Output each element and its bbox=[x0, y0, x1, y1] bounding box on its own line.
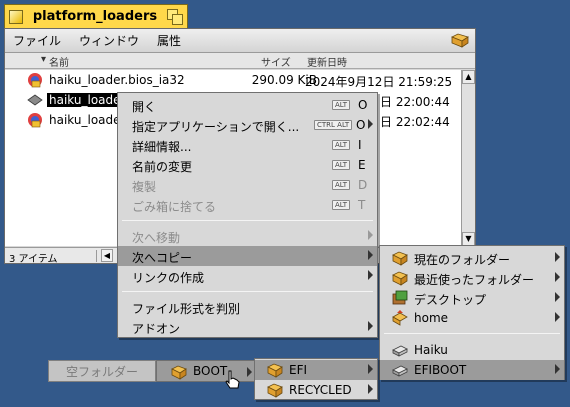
submenu-arrow-icon bbox=[368, 364, 373, 374]
window-title: platform_loaders bbox=[32, 9, 158, 24]
menu-file[interactable]: ファイル bbox=[13, 32, 61, 49]
submenu-arrow-icon bbox=[555, 272, 560, 282]
submenu-arrow-icon bbox=[555, 312, 560, 322]
submenu-arrow-icon bbox=[555, 292, 560, 302]
alt-key-icon: ALT bbox=[332, 160, 351, 170]
zoom-box[interactable] bbox=[167, 8, 183, 25]
file-name: haiku_loader.bios_ia32 bbox=[49, 73, 185, 87]
alt-key-icon: ALT bbox=[332, 140, 351, 150]
menu-item-duplicate[interactable]: 複製 ALT D bbox=[118, 175, 377, 195]
ctrl-alt-key-icon: CTRL ALT bbox=[314, 120, 353, 130]
item-count: 3 アイテム bbox=[9, 250, 97, 265]
submenu-arrow-icon bbox=[368, 321, 373, 331]
copy-to-submenu: 現在のフォルダー 最近使ったフォルダー デスクトップ home Haiku EF… bbox=[379, 245, 565, 380]
empty-folder-item[interactable]: 空フォルダー bbox=[48, 360, 156, 382]
efi-submenu: EFI RECYCLED bbox=[254, 358, 378, 400]
file-row[interactable]: haiku_loader.bios_ia32 290.09 KiB 2024年9… bbox=[5, 70, 463, 90]
menu-item-open-with[interactable]: 指定アプリケーションで開く... CTRL ALT O bbox=[118, 115, 377, 135]
scroll-down-arrow-icon[interactable]: ▼ bbox=[462, 232, 475, 246]
scroll-up-arrow-icon[interactable]: ▲ bbox=[462, 70, 475, 84]
submenu-item-efi[interactable]: EFI bbox=[255, 360, 377, 380]
column-header: ▾ 名前 サイズ 更新日時 bbox=[5, 53, 475, 69]
submenu-item-desktop[interactable]: デスクトップ bbox=[380, 288, 564, 308]
submenu-item-home[interactable]: home bbox=[380, 308, 564, 328]
menu-item-addons[interactable]: アドオン bbox=[118, 317, 377, 337]
folder-icon bbox=[267, 383, 283, 398]
submenu-item-haiku[interactable]: Haiku bbox=[380, 340, 564, 360]
menu-item-create-link[interactable]: リンクの作成 bbox=[118, 266, 377, 286]
menu-item-get-info[interactable]: 詳細情報... ALT I bbox=[118, 135, 377, 155]
file-date-fragment: 日 22:00:44 bbox=[380, 95, 450, 109]
file-name: haiku_loader bbox=[49, 113, 126, 127]
menu-window[interactable]: ウィンドウ bbox=[79, 32, 139, 49]
submenu-arrow-icon bbox=[247, 367, 252, 377]
vertical-scrollbar[interactable]: ▲ ▼ bbox=[461, 70, 475, 246]
file-date: 2024年9月12日 21:59:25 bbox=[305, 75, 453, 89]
menu-item-open[interactable]: 開く ALT O bbox=[118, 95, 377, 115]
scroll-left-arrow-icon[interactable]: ◀ bbox=[101, 249, 113, 262]
submenu-arrow-icon bbox=[368, 119, 373, 129]
column-modified[interactable]: 更新日時 bbox=[307, 54, 347, 69]
context-menu: 開く ALT O 指定アプリケーションで開く... CTRL ALT O 詳細情… bbox=[117, 92, 378, 338]
menu-attributes[interactable]: 属性 bbox=[157, 32, 181, 49]
close-box[interactable] bbox=[9, 9, 23, 24]
window-tab[interactable]: platform_loaders bbox=[4, 4, 188, 28]
alt-key-icon: ALT bbox=[332, 180, 351, 190]
menu-bar: ファイル ウィンドウ 属性 bbox=[5, 29, 475, 53]
tracker-folder-icon[interactable] bbox=[451, 32, 469, 48]
desktop-icon bbox=[392, 290, 408, 305]
submenu-arrow-icon bbox=[368, 384, 373, 394]
menu-separator bbox=[122, 291, 373, 292]
submenu-item-efiboot[interactable]: EFIBOOT bbox=[380, 360, 564, 380]
menu-item-move-to-trash[interactable]: ごみ箱に捨てる ALT T bbox=[118, 195, 377, 215]
menu-item-copy-to[interactable]: 次へコピー bbox=[118, 246, 377, 266]
submenu-item-current-folder[interactable]: 現在のフォルダー bbox=[380, 248, 564, 268]
column-size[interactable]: サイズ bbox=[261, 54, 291, 69]
folder-icon bbox=[392, 271, 408, 286]
menu-item-identify[interactable]: ファイル形式を判別 bbox=[118, 297, 377, 317]
menu-separator bbox=[384, 333, 560, 334]
submenu-arrow-icon bbox=[555, 364, 560, 374]
submenu-item-recycled[interactable]: RECYCLED bbox=[255, 380, 377, 400]
folder-icon bbox=[392, 251, 408, 266]
submenu-arrow-icon bbox=[368, 230, 373, 240]
file-date-fragment: 日 22:02:44 bbox=[380, 115, 450, 129]
menu-separator bbox=[122, 220, 373, 221]
alt-key-icon: ALT bbox=[332, 200, 351, 210]
disk-icon bbox=[392, 345, 408, 357]
haiku-package-icon bbox=[28, 73, 42, 88]
submenu-arrow-icon bbox=[368, 250, 373, 260]
generic-file-icon bbox=[27, 94, 43, 106]
submenu-arrow-icon bbox=[555, 252, 560, 262]
disk-icon bbox=[392, 365, 408, 377]
sort-arrow-icon[interactable]: ▾ bbox=[41, 54, 46, 65]
alt-key-icon: ALT bbox=[332, 100, 351, 110]
home-folder-icon bbox=[392, 310, 408, 326]
hand-cursor-icon bbox=[225, 370, 240, 389]
haiku-package-icon bbox=[28, 113, 42, 128]
boot-folder-item[interactable]: BOOT bbox=[156, 360, 256, 382]
column-name[interactable]: 名前 bbox=[49, 54, 69, 69]
menu-item-move-to[interactable]: 次へ移動 bbox=[118, 226, 377, 246]
submenu-item-recent-folders[interactable]: 最近使ったフォルダー bbox=[380, 268, 564, 288]
folder-icon bbox=[171, 365, 187, 380]
folder-icon bbox=[267, 363, 283, 378]
submenu-arrow-icon bbox=[368, 270, 373, 280]
menu-item-rename[interactable]: 名前の変更 ALT E bbox=[118, 155, 377, 175]
